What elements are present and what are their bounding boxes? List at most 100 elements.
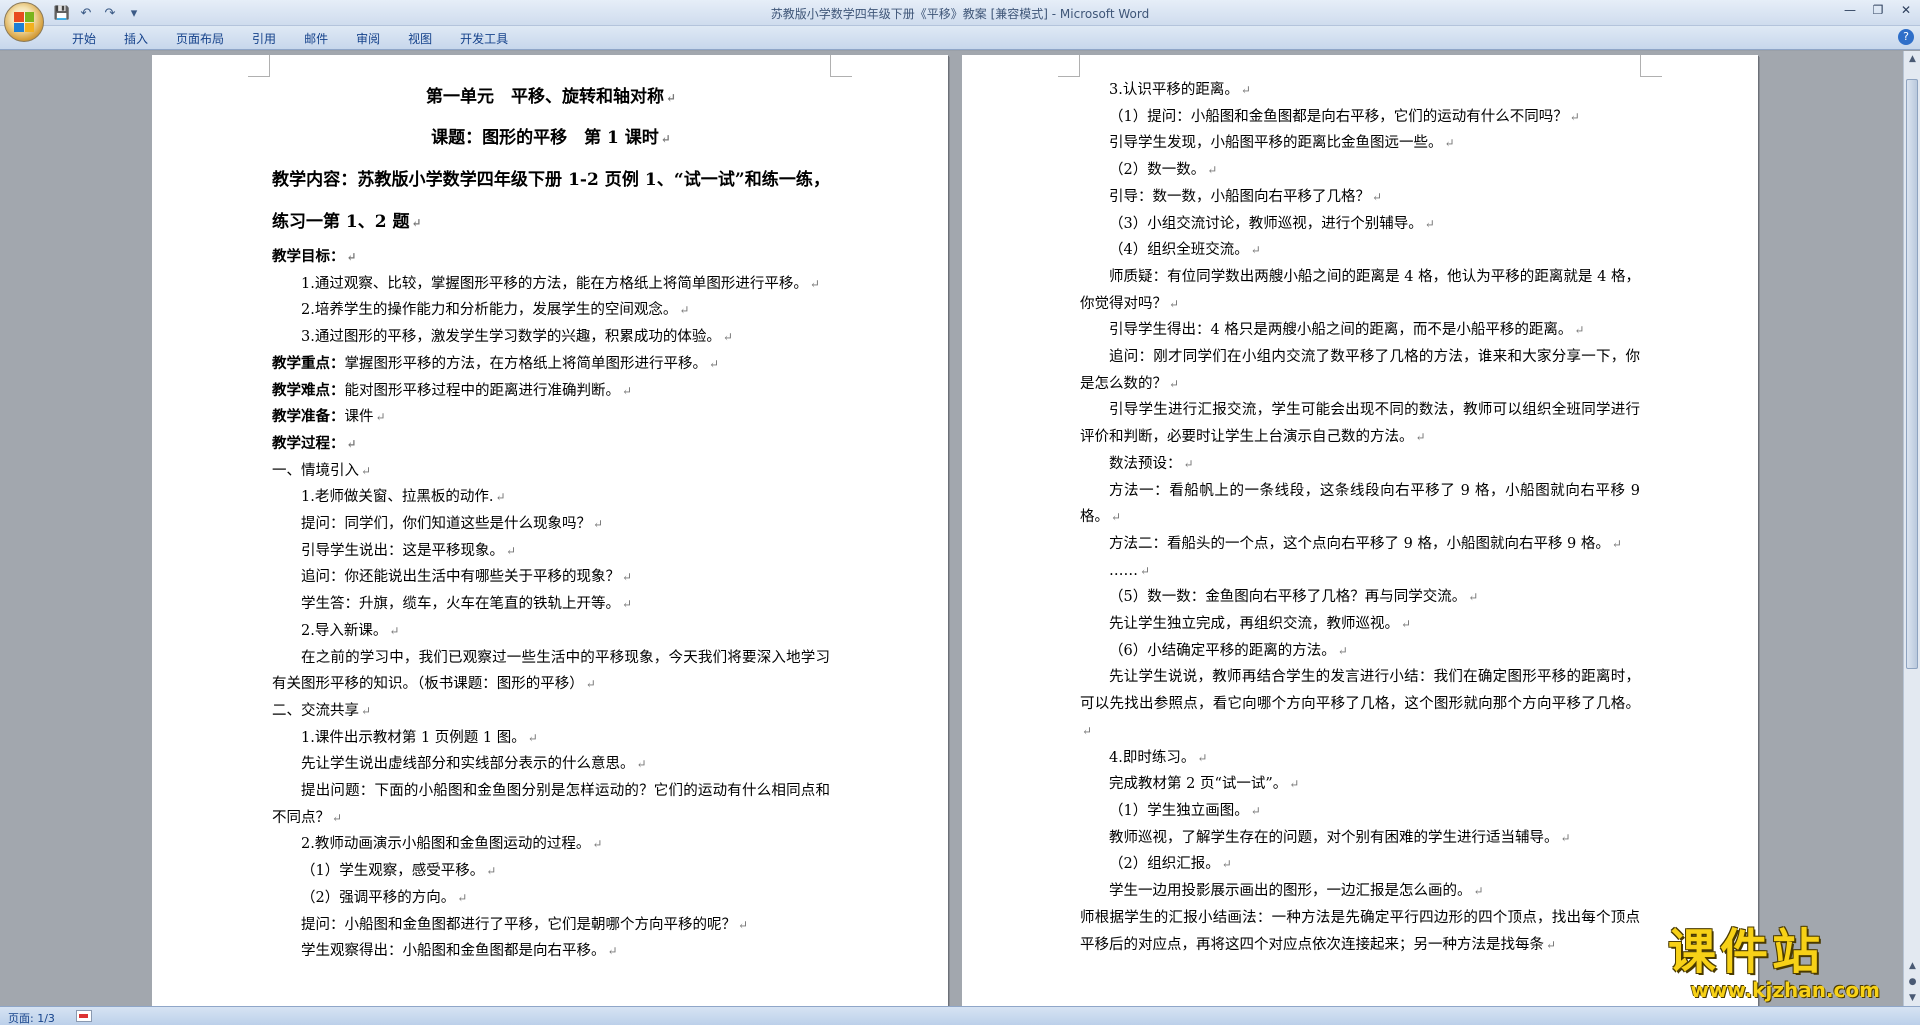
preparation-line: 教学准备：课件 ↵ — [272, 408, 386, 426]
paragraph-mark-icon: ↵ — [411, 216, 422, 230]
paragraph-mark-icon: ↵ — [1611, 536, 1622, 551]
paragraph: 先让学生独立完成，再组织交流，教师巡视。 ↵ — [1109, 616, 1412, 633]
tab-mailings[interactable]: 邮件 — [290, 30, 342, 48]
crop-mark — [1640, 55, 1662, 77]
paragraph: 学生观察得出：小船图和金鱼图都是向右平移。 ↵ — [301, 943, 618, 960]
paragraph-mark-icon: ↵ — [495, 490, 506, 505]
tab-references[interactable]: 引用 — [238, 30, 290, 48]
paragraph-mark-icon: ↵ — [665, 91, 677, 105]
paragraph: 引导学生得出：4 格只是两艘小船之间的距离，而不是小船平移的距离。 ↵ — [1109, 322, 1585, 339]
paragraph: 方法二：看船头的一个点，这个点向右平移了 9 格，小船图就向右平移 9 格。 ↵ — [1109, 535, 1622, 552]
goals-label: 教学目标： ↵ — [272, 248, 357, 265]
paragraph-mark-icon: ↵ — [622, 597, 633, 612]
tab-insert[interactable]: 插入 — [110, 30, 162, 48]
paragraph: （5）数一数：金鱼图向右平移了几格？再与同学交流。 ↵ — [1109, 589, 1479, 606]
paragraph-mark-icon: ↵ — [1207, 163, 1218, 178]
goal-item: 2.培养学生的操作能力和分析能力，发展学生的空间观念。 ↵ — [301, 302, 690, 319]
paragraph: 先让学生说出虚线部分和实线部分表示的什么意思。 ↵ — [301, 756, 647, 773]
paragraph-mark-icon: ↵ — [1140, 563, 1151, 578]
paragraph-mark-icon: ↵ — [1424, 216, 1435, 231]
paragraph: （2）组织汇报。 ↵ — [1109, 856, 1232, 873]
paragraph: 2.教师动画演示小船图和金鱼图运动的过程。 ↵ — [301, 836, 603, 853]
paragraph-mark-icon: ↵ — [1415, 430, 1426, 445]
paragraph-mark-icon: ↵ — [1473, 884, 1484, 899]
section-heading: 二、交流共享 ↵ — [272, 702, 372, 719]
paragraph-mark-icon: ↵ — [1250, 243, 1261, 258]
paragraph: 学生答：升旗，缆车，火车在笔直的铁轨上开等。 ↵ — [301, 596, 633, 613]
paragraph: （4）组织全班交流。 ↵ — [1109, 242, 1261, 259]
minimize-icon[interactable]: — — [1836, 0, 1864, 20]
restore-icon[interactable]: ❐ — [1864, 0, 1892, 20]
paragraph: （1）提问：小船图和金鱼图都是向右平移，它们的运动有什么不同吗？ ↵ — [1109, 108, 1580, 125]
goal-item: 3.通过图形的平移，激发学生学习数学的兴趣，积累成功的体验。 ↵ — [301, 329, 733, 346]
paragraph: 提问：同学们，你们知道这些是什么现象吗？ ↵ — [301, 516, 604, 533]
document-area[interactable]: 第一单元 平移、旋转和轴对称 ↵ 课题：图形的平移 第 1 课时 ↵ 教学内容：苏教… — [0, 51, 1903, 1006]
paragraph-mark-icon: ↵ — [622, 570, 633, 585]
tab-page-layout[interactable]: 页面布局 — [162, 30, 238, 48]
paragraph: 1.老师做关窗、拉黑板的动作. ↵ — [301, 489, 506, 506]
ribbon-tabs-bar: 开始 插入 页面布局 引用 邮件 审阅 视图 开发工具 ? — [0, 26, 1920, 50]
paragraph: 师质疑：有位同学数出两艘小船之间的距离是 4 格，他认为平移的距离就是 4 格，… — [1080, 268, 1640, 312]
paragraph-mark-icon: ↵ — [375, 410, 386, 425]
paragraph-mark-icon: ↵ — [457, 890, 468, 905]
paragraph-mark-icon: ↵ — [709, 356, 720, 371]
paragraph: 4.即时练习。 ↵ — [1109, 749, 1208, 766]
paragraph-mark-icon: ↵ — [527, 730, 538, 745]
document-page-2[interactable]: 3.认识平移的距离。 ↵ （1）提问：小船图和金鱼图都是向右平移，它们的运动有什么… — [962, 55, 1758, 1006]
page-count[interactable]: 页面: 1/3 — [8, 1010, 55, 1025]
paragraph: 数法预设： ↵ — [1109, 455, 1194, 472]
paragraph: 1.课件出示教材第 1 页例题 1 图。 ↵ — [301, 729, 538, 746]
proofing-icon[interactable] — [76, 1010, 92, 1022]
paragraph-mark-icon: ↵ — [361, 703, 372, 718]
paragraph-mark-icon: ↵ — [1444, 136, 1455, 151]
window-title: 苏教版小学数学四年级下册《平移》教案 [兼容模式] - Microsoft Wo… — [770, 7, 1150, 21]
paragraph-mark-icon: ↵ — [738, 917, 749, 932]
teaching-content-heading: 教学内容：苏教版小学数学四年级下册 1-2 页例 1、“试一试”和练一练，练习一… — [272, 170, 830, 232]
next-page-icon[interactable]: ▼ — [1904, 990, 1920, 1006]
previous-page-icon[interactable]: ▲ — [1904, 958, 1920, 974]
paragraph: （1）学生观察，感受平移。 ↵ — [301, 863, 497, 880]
page-content: 3.认识平移的距离。 ↵ （1）提问：小船图和金鱼图都是向右平移，它们的运动有什么… — [1080, 77, 1640, 958]
tab-review[interactable]: 审阅 — [342, 30, 394, 48]
office-logo-icon — [14, 12, 34, 32]
scroll-up-icon[interactable]: ▲ — [1904, 51, 1920, 67]
paragraph-mark-icon: ↵ — [809, 276, 820, 291]
watermark-url: www.kjzhan.com — [1690, 978, 1880, 1002]
paragraph: …… ↵ — [1109, 562, 1151, 579]
section-heading: 一、情境引入 ↵ — [272, 462, 372, 479]
tab-developer[interactable]: 开发工具 — [446, 30, 522, 48]
page-content: 第一单元 平移、旋转和轴对称 ↵ 课题：图形的平移 第 1 课时 ↵ 教学内容：苏教… — [272, 77, 830, 965]
paragraph-mark-icon: ↵ — [622, 383, 633, 398]
paragraph-mark-icon: ↵ — [1574, 323, 1585, 338]
paragraph: 在之前的学习中，我们已观察过一些生活中的平移现象，今天我们将要深入地学习有关图形… — [272, 649, 830, 693]
paragraph: 提问：小船图和金鱼图都进行了平移，它们是朝哪个方向平移的呢？ ↵ — [301, 916, 749, 933]
paragraph-mark-icon: ↵ — [346, 436, 357, 451]
help-icon[interactable]: ? — [1898, 29, 1914, 45]
paragraph-mark-icon: ↵ — [332, 810, 343, 825]
office-button[interactable] — [4, 2, 44, 42]
paragraph-mark-icon: ↵ — [1569, 109, 1580, 124]
tab-home[interactable]: 开始 — [58, 30, 110, 48]
paragraph-mark-icon: ↵ — [636, 757, 647, 772]
tab-view[interactable]: 视图 — [394, 30, 446, 48]
scrollbar-thumb[interactable] — [1906, 79, 1918, 669]
paragraph-mark-icon: ↵ — [1169, 296, 1180, 311]
document-page-1[interactable]: 第一单元 平移、旋转和轴对称 ↵ 课题：图形的平移 第 1 课时 ↵ 教学内容：苏教… — [152, 55, 948, 1006]
paragraph-mark-icon: ↵ — [389, 623, 400, 638]
paragraph: （6）小结确定平移的距离的方法。 ↵ — [1109, 642, 1348, 659]
paragraph: 学生一边用投影展示画出的图形，一边汇报是怎么画的。 ↵ — [1109, 883, 1484, 900]
paragraph: 追问：刚才同学们在小组内交流了数平移了几格的方法，谁来和大家分享一下，你是怎么数… — [1080, 349, 1640, 392]
paragraph-mark-icon: ↵ — [722, 330, 733, 345]
difficulty-line: 教学难点：能对图形平移过程中的距离进行准确判断。 ↵ — [272, 381, 633, 399]
paragraph: （3）小组交流讨论，教师巡视，进行个别辅导。 ↵ — [1109, 215, 1435, 232]
paragraph-mark-icon: ↵ — [679, 303, 690, 318]
paragraph-mark-icon: ↵ — [1560, 830, 1571, 845]
paragraph: 完成教材第 2 页“试一试”。 ↵ — [1109, 776, 1300, 793]
process-label: 教学过程： ↵ — [272, 434, 357, 452]
close-icon[interactable]: ✕ — [1892, 0, 1920, 20]
paragraph: 2.导入新课。 ↵ — [301, 622, 400, 639]
vertical-scrollbar[interactable]: ▲ ▲ ● ▼ — [1903, 51, 1920, 1006]
status-bar: 页面: 1/3 — [0, 1006, 1920, 1025]
paragraph-mark-icon: ↵ — [660, 132, 671, 146]
browse-object-icon[interactable]: ● — [1904, 974, 1920, 990]
